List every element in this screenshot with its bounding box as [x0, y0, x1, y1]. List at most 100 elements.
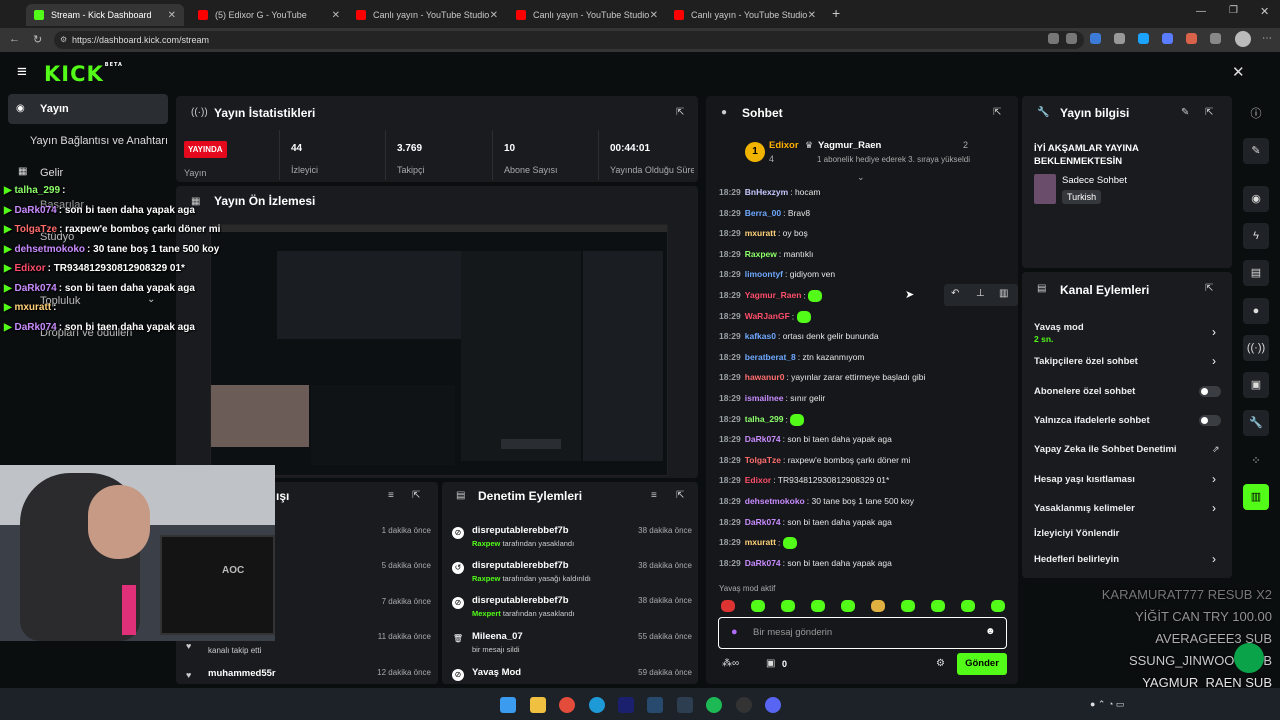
- file-explorer-icon[interactable]: [530, 697, 546, 713]
- external-link-icon[interactable]: ⇗: [1212, 444, 1220, 455]
- emote-icon[interactable]: [961, 600, 975, 612]
- info-icon[interactable]: ⓘ: [1243, 101, 1269, 127]
- extension-icon[interactable]: [1090, 33, 1101, 44]
- message-username[interactable]: beratberat_8: [745, 352, 796, 362]
- reload-icon[interactable]: ↻: [33, 33, 42, 46]
- mod-by[interactable]: Mexpert: [472, 609, 501, 618]
- gifter-name[interactable]: Edixor: [769, 140, 799, 151]
- message-username[interactable]: TolgaTze: [745, 455, 781, 465]
- message-username[interactable]: mxuratt: [745, 228, 776, 238]
- popout-icon[interactable]: ⇱: [993, 107, 1001, 118]
- favorite-star-icon[interactable]: [1066, 33, 1077, 44]
- browser-tab[interactable]: Stream - Kick Dashboard ✕: [26, 4, 184, 26]
- account-age-setting[interactable]: Hesap yaşı kısıtlaması: [1034, 474, 1135, 485]
- mod-by[interactable]: Raxpew: [472, 574, 500, 583]
- menu-icon[interactable]: ≡: [17, 62, 27, 82]
- delete-icon[interactable]: ▥: [999, 288, 1008, 299]
- sidebar-item-revenue[interactable]: Gelir: [10, 167, 178, 179]
- browser-tab[interactable]: Canlı yayın - YouTube Studio ✕: [348, 4, 506, 26]
- emotes-only-toggle[interactable]: [1199, 415, 1221, 426]
- chat-input[interactable]: ● Bir mesaj gönderin ☻: [718, 617, 1007, 649]
- tray-icons[interactable]: ● ⌃ ◔ ▭: [1090, 699, 1124, 710]
- extensions-icon[interactable]: ⁘: [1243, 448, 1269, 474]
- extension-icon[interactable]: [1114, 33, 1125, 44]
- message-username[interactable]: limoontyf: [745, 269, 783, 279]
- popout-icon[interactable]: ⇱: [676, 490, 684, 501]
- message-username[interactable]: Yagmur_Raen: [745, 290, 802, 300]
- chat-widget-icon[interactable]: ●: [1243, 298, 1269, 324]
- emote-icon[interactable]: [811, 600, 825, 612]
- popout-icon[interactable]: ⇱: [412, 490, 420, 501]
- chevron-right-icon[interactable]: ›: [1212, 501, 1216, 515]
- wrench-widget-icon[interactable]: 🔧: [1243, 410, 1269, 436]
- category-name[interactable]: Sadece Sohbet: [1062, 175, 1127, 186]
- microphone-icon[interactable]: ●: [731, 626, 738, 638]
- chevron-right-icon[interactable]: ›: [1212, 552, 1216, 566]
- message-username[interactable]: BnHexzym: [745, 187, 788, 197]
- stats-widget-icon[interactable]: ◉: [1243, 186, 1269, 212]
- mod-by[interactable]: Raxpew: [472, 539, 500, 548]
- message-username[interactable]: Edixor: [745, 475, 771, 485]
- chevron-right-icon[interactable]: ›: [1212, 325, 1216, 339]
- chevron-down-icon[interactable]: ⌄: [147, 294, 155, 305]
- url-input[interactable]: https://dashboard.kick.com/stream: [54, 31, 1084, 49]
- close-tab-icon[interactable]: ✕: [332, 10, 340, 21]
- extension-icon[interactable]: [1162, 33, 1173, 44]
- send-button[interactable]: Gönder: [957, 653, 1007, 675]
- users-icon[interactable]: ⁂∞: [722, 658, 739, 669]
- popout-icon[interactable]: ⇱: [1205, 107, 1213, 118]
- mod-target[interactable]: disreputablerebbef7b: [472, 595, 569, 606]
- goals-setting[interactable]: Hedefleri belirleyin: [1034, 554, 1119, 565]
- app-icon[interactable]: [736, 697, 752, 713]
- extension-icon[interactable]: [1186, 33, 1197, 44]
- kick-logo[interactable]: KICKBETA: [44, 62, 123, 86]
- support-chat-icon[interactable]: [1234, 643, 1264, 673]
- spotify-icon[interactable]: [706, 697, 722, 713]
- slow-mode-setting[interactable]: Yavaş mod: [1034, 322, 1084, 333]
- gifter-name[interactable]: Yagmur_Raen: [818, 140, 881, 151]
- followers-only-setting[interactable]: Takipçilere özel sohbet: [1034, 356, 1138, 367]
- filter-icon[interactable]: ≡: [651, 490, 657, 501]
- message-username[interactable]: kafkas0: [745, 331, 776, 341]
- mod-widget-icon[interactable]: ▣: [1243, 372, 1269, 398]
- site-info-icon[interactable]: ⚙: [60, 35, 67, 44]
- emote-icon[interactable]: [991, 600, 1005, 612]
- browser-tab[interactable]: Canlı yayın - YouTube Studio ✕: [508, 4, 666, 26]
- premiere-icon[interactable]: [618, 697, 634, 713]
- subscribers-only-toggle[interactable]: [1199, 386, 1221, 397]
- filter-icon[interactable]: ≡: [388, 490, 394, 501]
- back-icon[interactable]: ←: [9, 33, 20, 45]
- window-close-icon[interactable]: ✕: [1260, 5, 1269, 18]
- settings-gear-icon[interactable]: ⚙: [936, 658, 945, 669]
- message-username[interactable]: DaRk074: [745, 434, 781, 444]
- browser-tab[interactable]: (5) Edixor G - YouTube ✕: [190, 4, 348, 26]
- mod-target[interactable]: Mileena_07: [472, 631, 523, 642]
- profile-avatar[interactable]: [1235, 31, 1251, 47]
- emote-icon[interactable]: [931, 600, 945, 612]
- mod-target[interactable]: disreputablerebbef7b: [472, 560, 569, 571]
- new-tab-icon[interactable]: +: [832, 5, 840, 21]
- read-aloud-icon[interactable]: [1048, 33, 1059, 44]
- emote-icon[interactable]: [871, 600, 885, 612]
- browser-tab[interactable]: Canlı yayın - YouTube Studio ✕: [666, 4, 824, 26]
- close-tab-icon[interactable]: ✕: [168, 10, 176, 21]
- maximize-icon[interactable]: ❐: [1229, 5, 1238, 16]
- message-username[interactable]: DaRk074: [745, 517, 781, 527]
- pencil-icon[interactable]: ✎: [1243, 138, 1269, 164]
- message-username[interactable]: ismailnee: [745, 393, 784, 403]
- message-username[interactable]: Raxpew: [745, 249, 777, 259]
- stream-preview-video[interactable]: [210, 224, 668, 476]
- emote-icon[interactable]: [721, 600, 735, 612]
- pin-icon[interactable]: ⊥: [976, 288, 985, 299]
- message-username[interactable]: DaRk074: [745, 558, 781, 568]
- edge-icon[interactable]: [589, 697, 605, 713]
- edit-icon[interactable]: ✎: [1181, 107, 1189, 118]
- close-tab-icon[interactable]: ✕: [650, 10, 658, 21]
- chrome-icon[interactable]: [559, 697, 575, 713]
- close-dashboard-icon[interactable]: ✕: [1232, 63, 1245, 81]
- lightning-icon[interactable]: ϟ: [1243, 223, 1269, 249]
- emote-icon[interactable]: [901, 600, 915, 612]
- app-icon[interactable]: ▥: [1243, 484, 1269, 510]
- extensions-puzzle-icon[interactable]: [1210, 33, 1221, 44]
- sidebar-item-stream-key[interactable]: Yayın Bağlantısı ve Anahtarı: [0, 135, 168, 147]
